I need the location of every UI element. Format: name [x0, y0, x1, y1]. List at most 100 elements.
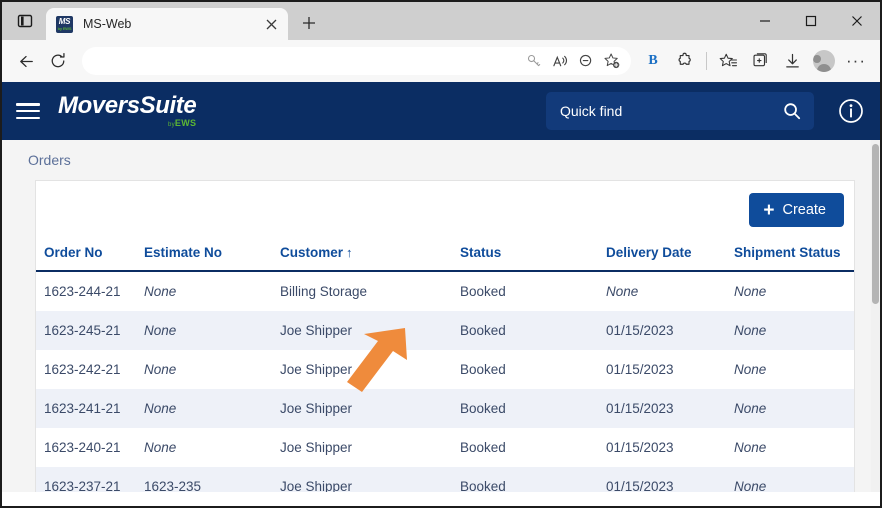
cell-estimate-no: None [144, 362, 177, 377]
downloads-icon [785, 53, 799, 67]
close-icon [852, 16, 862, 26]
cell-customer[interactable]: Billing Storage [280, 271, 460, 311]
cell-status: Booked [460, 401, 506, 416]
card-toolbar: + Create [36, 181, 854, 239]
new-tab-button[interactable] [294, 8, 324, 38]
minimize-icon [760, 20, 770, 22]
back-arrow-icon [19, 55, 33, 67]
scrollbar-thumb[interactable] [872, 144, 879, 304]
column-header-estimate-no[interactable]: Estimate No [144, 239, 280, 272]
cell-shipment-status: None [734, 401, 767, 416]
profile-button[interactable] [808, 45, 840, 77]
cell-delivery-date: None [606, 284, 639, 299]
column-label: Status [460, 245, 502, 260]
column-header-delivery-date[interactable]: Delivery Date [606, 239, 734, 272]
cell-shipment-status: None [734, 362, 767, 377]
tab-strip: MS by EWS MS-Web [2, 2, 880, 40]
column-label: Delivery Date [606, 245, 692, 260]
column-header-customer[interactable]: Customer ↑ [280, 239, 460, 272]
more-options-button[interactable]: ··· [840, 45, 872, 77]
logo-primary: Movers [58, 92, 140, 119]
extensions-button[interactable] [669, 45, 701, 77]
zoom-out-icon [579, 54, 591, 66]
orders-card: + Create Order No Estimate No Customer ↑ … [35, 180, 855, 492]
collections-button[interactable] [744, 45, 776, 77]
tab-actions-icon[interactable] [8, 4, 42, 38]
cell-order-no: 1623-237-21 [44, 479, 121, 492]
app-header-right [546, 92, 864, 130]
minimize-button[interactable] [742, 2, 788, 40]
page-scrollbar[interactable] [871, 140, 880, 492]
maximize-button[interactable] [788, 2, 834, 40]
tab-close-icon[interactable] [260, 13, 282, 35]
cell-estimate-no: None [144, 323, 177, 338]
address-input[interactable] [96, 54, 521, 68]
cell-shipment-status: None [734, 440, 767, 455]
cell-delivery-date: 01/15/2023 [606, 479, 674, 492]
info-button[interactable] [838, 98, 864, 124]
column-label: Estimate No [144, 245, 223, 260]
cell-customer[interactable]: Joe Shipper [280, 467, 460, 492]
cell-shipment-status: None [734, 479, 767, 492]
cell-status: Booked [460, 440, 506, 455]
table-row[interactable]: 1623-240-21 None Joe Shipper Booked 01/15/20… [36, 428, 854, 467]
read-aloud-button[interactable] [547, 49, 573, 73]
reload-button[interactable] [42, 45, 74, 77]
column-header-shipment-status[interactable]: Shipment Status [734, 239, 854, 272]
page-content: Orders + Create Order No Estimate No Cus… [2, 140, 880, 492]
cell-delivery-date: 01/15/2023 [606, 323, 674, 338]
extensions-icon [678, 52, 691, 65]
column-header-order-no[interactable]: Order No [36, 239, 144, 272]
more-icon: ··· [846, 51, 866, 70]
bing-button[interactable]: B [637, 45, 669, 77]
add-favorite-icon [604, 53, 620, 69]
address-bar-icons [521, 49, 625, 73]
orders-table: Order No Estimate No Customer ↑ Status De… [36, 239, 854, 492]
profile-icon [813, 50, 835, 72]
address-bar[interactable] [82, 47, 631, 75]
create-button[interactable]: + Create [749, 193, 844, 227]
cell-estimate-no: None [144, 401, 177, 416]
zoom-out-button[interactable] [573, 49, 599, 73]
key-icon [527, 54, 541, 67]
cell-shipment-status: None [734, 323, 767, 338]
quick-find-search-button[interactable] [780, 99, 804, 123]
table-row[interactable]: 1623-245-21 None Joe Shipper Booked 01/15/20… [36, 311, 854, 350]
password-key-button[interactable] [521, 49, 547, 73]
table-row[interactable]: 1623-242-21 None Joe Shipper Booked 01/15/20… [36, 350, 854, 389]
table-row[interactable]: 1623-237-21 1623-235 Joe Shipper Booked 01/1… [36, 467, 854, 492]
reload-icon [51, 52, 65, 68]
read-aloud-icon [552, 55, 567, 66]
back-button[interactable] [10, 45, 42, 77]
close-window-button[interactable] [834, 2, 880, 40]
favorites-button[interactable] [712, 45, 744, 77]
cell-customer[interactable]: Joe Shipper [280, 389, 460, 428]
downloads-button[interactable] [776, 45, 808, 77]
cell-order-no: 1623-240-21 [44, 440, 121, 455]
cell-shipment-status: None [734, 284, 767, 299]
cell-status: Booked [460, 284, 506, 299]
cell-customer[interactable]: Joe Shipper [280, 428, 460, 467]
cell-order-no: 1623-244-21 [44, 284, 121, 299]
table-row[interactable]: 1623-241-21 None Joe Shipper Booked 01/15/20… [36, 389, 854, 428]
logo-text: MoversSuite [58, 92, 197, 119]
quick-find-input[interactable] [560, 103, 780, 119]
cell-customer[interactable]: Joe Shipper [280, 311, 460, 350]
table-header: Order No Estimate No Customer ↑ Status De… [36, 239, 854, 272]
column-header-status[interactable]: Status [460, 239, 606, 272]
logo-secondary: Suite [139, 92, 197, 119]
table-header-row: Order No Estimate No Customer ↑ Status De… [36, 239, 854, 272]
quick-find-box[interactable] [546, 92, 814, 130]
cell-delivery-date: 01/15/2023 [606, 362, 674, 377]
add-favorite-button[interactable] [599, 49, 625, 73]
browser-tab[interactable]: MS by EWS MS-Web [46, 8, 288, 40]
favicon-text: MS [58, 16, 71, 26]
breadcrumb: Orders [28, 152, 71, 168]
cell-estimate-no: 1623-235 [144, 479, 202, 492]
column-label: Customer [280, 245, 344, 260]
table-row[interactable]: 1623-244-21 None Billing Storage Booked None… [36, 271, 854, 311]
hamburger-menu-icon[interactable] [16, 101, 40, 121]
cell-customer[interactable]: Joe Shipper [280, 350, 460, 389]
bing-icon: B [648, 53, 658, 68]
cell-estimate-no: None [144, 440, 177, 455]
